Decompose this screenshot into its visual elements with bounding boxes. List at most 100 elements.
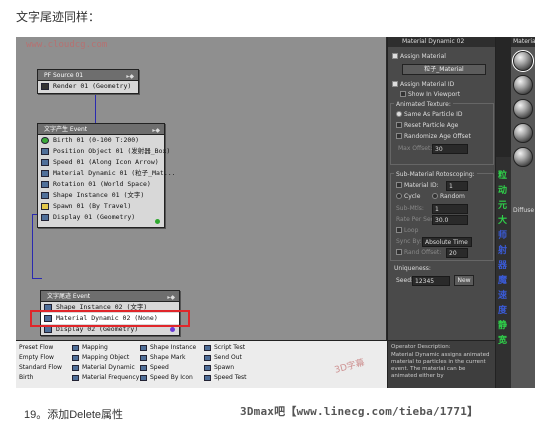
material-id-field[interactable]: 1 — [446, 181, 468, 191]
depot-item[interactable]: Shape Mark — [140, 353, 196, 363]
reset-particle-age-checkbox[interactable]: Reset Particle Age — [396, 122, 458, 129]
operator-shape-instance[interactable]: Shape Instance 01 (文字) — [38, 190, 164, 201]
text-birth-event-node[interactable]: 文字产生 Event ▸◆ Birth 01 (0-100 T:200) Pos… — [37, 123, 176, 228]
side-char: 大 — [498, 216, 508, 226]
operator-description: Operator Description: Material Dynamic a… — [388, 340, 496, 388]
seed-field[interactable]: 12345 — [412, 276, 450, 286]
rand-offset-checkbox[interactable]: Rand Offset: — [396, 249, 441, 256]
speed-by-icon-icon — [140, 375, 147, 381]
node-header-pf-source[interactable]: PF Source 01 ▸◆ — [38, 70, 138, 81]
description-title: Operator Description: — [391, 344, 451, 350]
checkbox-off-icon — [396, 133, 402, 139]
depot-column-4: Script Test Send Out Spawn Speed Test — [204, 343, 247, 383]
depot-item[interactable]: Script Test — [204, 343, 247, 353]
operator-speed[interactable]: Speed 01 (Along Icon Arrow) — [38, 157, 164, 168]
operator-label: Render 01 (Geometry) — [53, 82, 132, 90]
operator-spawn[interactable]: Spawn 01 (By Travel) — [38, 201, 164, 212]
mapping-icon — [72, 345, 79, 351]
sync-by-label: Sync By: — [396, 238, 422, 245]
speed-test-icon — [204, 375, 211, 381]
material-slot-sphere-1[interactable] — [512, 50, 534, 72]
depot-item[interactable]: Shape Instance — [140, 343, 196, 353]
rand-offset-field[interactable]: 20 — [446, 248, 468, 258]
highlight-box — [30, 310, 190, 327]
depot-item[interactable]: Material Frequency — [72, 373, 139, 383]
depot-item[interactable]: Send Out — [204, 353, 247, 363]
operator-rotation[interactable]: Rotation 01 (World Space) — [38, 179, 164, 190]
side-char: 射 — [498, 246, 508, 256]
node-title: 文字产生 Event — [44, 126, 88, 133]
material-dynamic-icon — [72, 365, 79, 371]
depot-item-label: Speed By Icon — [150, 374, 193, 381]
event-graph-canvas[interactable]: www.cloudcg.com PF Source 01 ▸◆ Render 0… — [16, 37, 387, 340]
checkbox-off-icon — [396, 182, 402, 188]
depot-item[interactable]: Speed — [140, 363, 196, 373]
radio-on-icon — [396, 111, 402, 117]
depot-item-label: Send Out — [214, 354, 242, 361]
random-radio[interactable]: Random — [432, 193, 465, 200]
new-seed-button[interactable]: New — [454, 275, 474, 286]
depot-item[interactable]: Preset Flow — [19, 343, 62, 353]
depot-item[interactable]: Material Dynamic — [72, 363, 139, 373]
sync-by-dropdown[interactable]: Absolute Time — [422, 237, 472, 247]
material-slot-sphere-4[interactable] — [513, 123, 533, 143]
send-out-icon — [204, 355, 211, 361]
max-offset-field[interactable]: 30 — [432, 144, 468, 154]
script-test-icon — [204, 345, 211, 351]
operator-material-dynamic[interactable]: Material Dynamic 01 (粒子_Mat... — [38, 168, 176, 179]
loop-checkbox[interactable]: Loop — [396, 227, 418, 234]
material-button[interactable]: 粒子_Material — [402, 64, 486, 75]
parameters-panel: Material Dynamic 02 Assign Material 粒子_M… — [387, 37, 496, 388]
depot-item[interactable]: Standard Flow — [19, 363, 62, 373]
node-title: PF Source 01 — [44, 72, 84, 79]
sub-mtls-field[interactable]: 1 — [432, 204, 468, 214]
sub-material-heading: Sub-Material Rotoscoping: — [394, 171, 477, 178]
material-slot-sphere-2[interactable] — [513, 75, 533, 95]
animated-texture-heading: Animated Texture: — [394, 101, 453, 108]
material-editor-title: Material Editor — [511, 37, 535, 47]
depot-item[interactable]: Mapping Object — [72, 353, 139, 363]
material-editor-strip: Material Editor Diffuse — [511, 37, 535, 388]
checkbox-off-icon — [396, 122, 402, 128]
material-slot-sphere-5[interactable] — [513, 147, 533, 167]
depot-item-label: Shape Mark — [150, 354, 186, 361]
side-char: 动 — [498, 186, 508, 196]
side-strip: 粒 动 元 大 师 射 器 魔 速 度 静 宽 — [495, 37, 512, 388]
spawn-icon — [204, 365, 211, 371]
depot-item[interactable]: Mapping — [72, 343, 139, 353]
speed-icon — [41, 159, 49, 166]
same-as-particle-id-radio[interactable]: Same As Particle ID — [396, 111, 463, 118]
assign-material-id-checkbox[interactable]: Assign Material ID — [392, 81, 454, 88]
radio-off-icon — [432, 193, 438, 199]
depot-item[interactable]: Speed Test — [204, 373, 247, 383]
assign-material-checkbox[interactable]: Assign Material — [392, 53, 446, 60]
side-char: 宽 — [498, 336, 508, 346]
material-slot-sphere-3[interactable] — [513, 99, 533, 119]
depot-column-1: Preset Flow Empty Flow Standard Flow Bir… — [19, 343, 62, 383]
display-color-dot — [170, 327, 175, 332]
node-header-trail-event[interactable]: 文字尾迹 Event ▸◆ — [41, 291, 179, 302]
operator-display[interactable]: Display 01 (Geometry) — [38, 212, 164, 223]
depot-item[interactable]: Speed By Icon — [140, 373, 196, 383]
diffuse-label: Diffuse — [513, 207, 535, 214]
display-icon — [41, 214, 49, 221]
side-char: 速 — [498, 291, 508, 301]
rate-per-sec-field[interactable]: 30.0 — [432, 215, 468, 225]
rotation-icon — [41, 181, 49, 188]
cycle-radio[interactable]: Cycle — [396, 193, 420, 200]
depot-item[interactable]: Empty Flow — [19, 353, 62, 363]
show-in-viewport-checkbox[interactable]: Show In Viewport — [400, 91, 460, 98]
node-header-birth-event[interactable]: 文字产生 Event ▸◆ — [38, 124, 164, 135]
randomize-age-offset-checkbox[interactable]: Randomize Age Offset — [396, 133, 471, 140]
operator-birth[interactable]: Birth 01 (0-100 T:200) — [38, 135, 164, 146]
material-id-checkbox[interactable]: Material ID: — [396, 182, 439, 189]
operator-position-object[interactable]: Position Object 01 (发射器_Box) — [38, 146, 170, 157]
footer-watermark: 3Dmax吧【www.linecg.com/tieba/1771】 — [240, 405, 479, 418]
depot-item[interactable]: Spawn — [204, 363, 247, 373]
side-char: 师 — [498, 231, 508, 241]
depot-item[interactable]: Birth — [19, 373, 62, 383]
reset-particle-age-label: Reset Particle Age — [404, 122, 459, 129]
random-label: Random — [440, 193, 465, 200]
operator-render[interactable]: Render 01 (Geometry) — [38, 81, 138, 92]
pf-source-node[interactable]: PF Source 01 ▸◆ Render 01 (Geometry) — [37, 69, 139, 94]
